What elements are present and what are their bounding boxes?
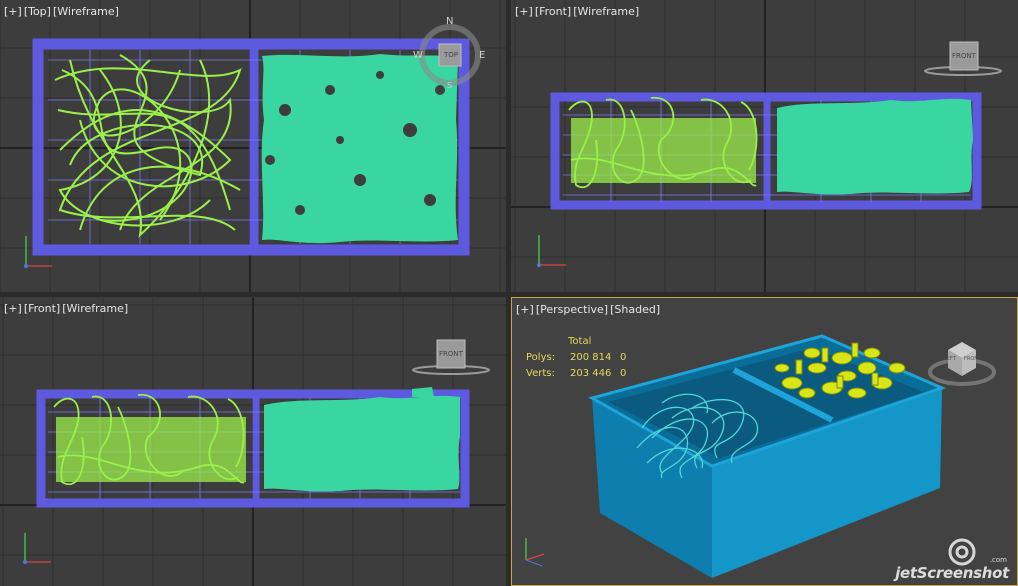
- viewport-menu-button[interactable]: [+]: [4, 5, 22, 18]
- watermark-brand: jetScreenshot: [895, 564, 1009, 582]
- viewport-view-name[interactable]: [Perspective]: [536, 303, 608, 316]
- viewport-shading-mode[interactable]: [Wireframe]: [53, 5, 119, 18]
- axis-tripod: [23, 533, 51, 564]
- viewport-front-1-canvas: [511, 0, 1018, 292]
- viewport-view-name[interactable]: [Front]: [535, 5, 571, 18]
- viewcube-face-label[interactable]: FRONT: [437, 350, 465, 358]
- viewport-top-label[interactable]: [+] [Top] [Wireframe]: [4, 5, 121, 18]
- viewcube-left-label[interactable]: LEFT: [944, 356, 956, 362]
- viewport-shading-mode[interactable]: [Wireframe]: [573, 5, 639, 18]
- viewport-front-2[interactable]: [+] [Front] [Wireframe] FRONT: [0, 297, 506, 586]
- stats-polys-selected: 0: [620, 352, 627, 363]
- stats-polys-total: 200 814: [570, 352, 612, 363]
- viewport-menu-button[interactable]: [+]: [515, 5, 533, 18]
- viewport-view-name[interactable]: [Top]: [24, 5, 51, 18]
- pins-wireframe: [264, 387, 460, 492]
- stats-header: Total: [568, 336, 592, 347]
- stats-polys-label: Polys:: [526, 352, 556, 363]
- viewcube-face-label[interactable]: TOP: [440, 51, 462, 59]
- axis-tripod: [537, 235, 566, 267]
- watermark-suffix: .com: [989, 556, 1007, 564]
- pins-wireframe: [261, 54, 458, 244]
- viewport-top-canvas: [0, 0, 506, 292]
- compass-south: S: [447, 81, 453, 90]
- viewport-front-2-canvas: [0, 297, 506, 586]
- compass-east: E: [479, 50, 486, 61]
- viewcube-front-label[interactable]: FRONT: [964, 356, 981, 362]
- compass-west: W: [413, 50, 423, 61]
- statistics-overlay: Total Polys: 200 814 0 Verts: 203 446 0: [526, 334, 626, 382]
- paperclips-wireframe: [54, 54, 242, 238]
- viewcube-face-label[interactable]: FRONT: [950, 52, 978, 60]
- viewport-menu-button[interactable]: [+]: [4, 302, 22, 315]
- stats-verts-label: Verts:: [526, 368, 555, 379]
- tray-shaded: [588, 334, 947, 578]
- stats-verts-total: 203 446: [570, 368, 612, 379]
- viewport-shading-mode[interactable]: [Wireframe]: [62, 302, 128, 315]
- viewport-shading-mode[interactable]: [Shaded]: [610, 303, 660, 316]
- viewport-menu-button[interactable]: [+]: [516, 303, 534, 316]
- viewport-perspective-label[interactable]: [+] [Perspective] [Shaded]: [516, 303, 662, 316]
- viewport-top[interactable]: [+] [Top] [Wireframe] TOP N E W S: [0, 0, 506, 292]
- watermark-logo-icon: [948, 538, 976, 566]
- viewport-perspective[interactable]: [+] [Perspective] [Shaded] Total Polys: 20…: [511, 297, 1018, 586]
- viewcube: [928, 342, 996, 386]
- stats-verts-selected: 0: [620, 368, 627, 379]
- viewport-view-name[interactable]: [Front]: [24, 302, 60, 315]
- axis-tripod: [525, 538, 545, 567]
- pins-wireframe: [777, 98, 973, 195]
- viewport-front-2-label[interactable]: [+] [Front] [Wireframe]: [4, 302, 130, 315]
- viewport-front-1[interactable]: [+] [Front] [Wireframe] FRONT: [511, 0, 1018, 292]
- paperclips-wireframe: [568, 97, 758, 188]
- compass-north: N: [446, 16, 454, 27]
- viewport-front-1-label[interactable]: [+] [Front] [Wireframe]: [515, 5, 641, 18]
